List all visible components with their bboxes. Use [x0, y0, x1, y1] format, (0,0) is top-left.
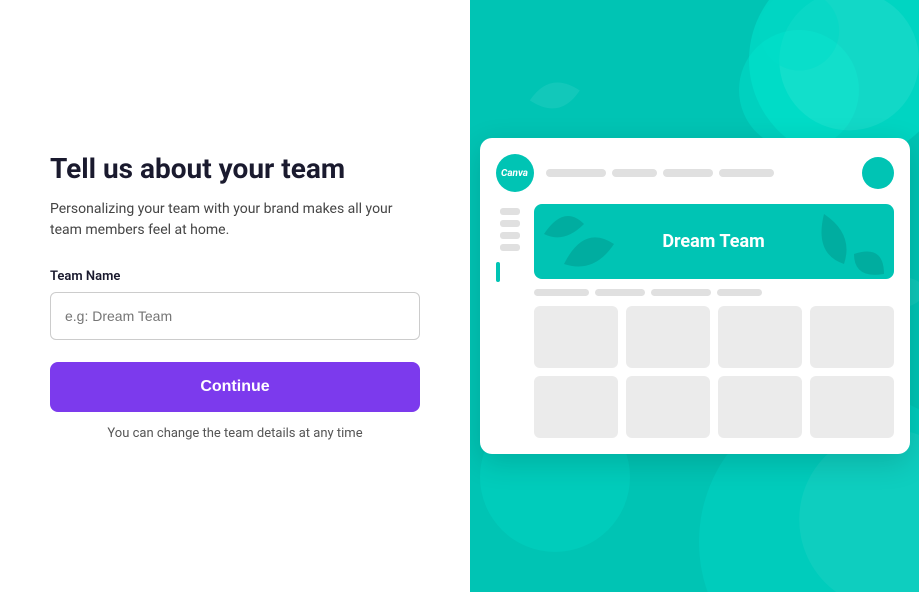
grid-thumb-5: [534, 376, 618, 438]
team-banner-text: Dream Team: [662, 231, 764, 252]
card-main: Dream Team: [534, 204, 894, 438]
team-banner: Dream Team: [534, 204, 894, 279]
continue-button[interactable]: Continue: [50, 362, 420, 412]
team-name-label: Team Name: [50, 269, 420, 284]
subtitle-text: Personalizing your team with your brand …: [50, 199, 420, 241]
header-line-4: [719, 169, 774, 177]
canva-logo: Canva: [496, 154, 534, 192]
bottom-line-4: [717, 289, 762, 296]
left-panel: Tell us about your team Personalizing yo…: [0, 0, 470, 592]
grid-thumb-7: [718, 376, 802, 438]
bottom-line-3: [651, 289, 711, 296]
card-grid-row-2: [534, 376, 894, 438]
sidebar-line-3: [500, 232, 520, 239]
header-dot: [862, 157, 894, 189]
card-body: Dream Team: [496, 204, 894, 438]
header-line-3: [663, 169, 713, 177]
sidebar-accent: [496, 262, 500, 282]
card-sidebar: [496, 204, 524, 438]
grid-thumb-2: [626, 306, 710, 368]
grid-thumb-4: [810, 306, 894, 368]
page-title: Tell us about your team: [50, 152, 420, 185]
bottom-line-2: [595, 289, 645, 296]
card-grid-row-1: [534, 306, 894, 368]
sidebar-line-4: [500, 244, 520, 251]
bottom-line-1: [534, 289, 589, 296]
header-lines: [546, 169, 862, 177]
hint-text: You can change the team details at any t…: [50, 426, 420, 441]
preview-card: Canva: [480, 138, 910, 454]
card-bottom-lines: [534, 289, 894, 296]
card-header: Canva: [496, 154, 894, 192]
grid-thumb-6: [626, 376, 710, 438]
header-line-2: [612, 169, 657, 177]
grid-thumb-1: [534, 306, 618, 368]
sidebar-line-1: [500, 208, 520, 215]
right-panel: Canva: [470, 0, 919, 592]
header-line-1: [546, 169, 606, 177]
grid-thumb-8: [810, 376, 894, 438]
team-name-input[interactable]: [50, 292, 420, 340]
sidebar-line-2: [500, 220, 520, 227]
grid-thumb-3: [718, 306, 802, 368]
